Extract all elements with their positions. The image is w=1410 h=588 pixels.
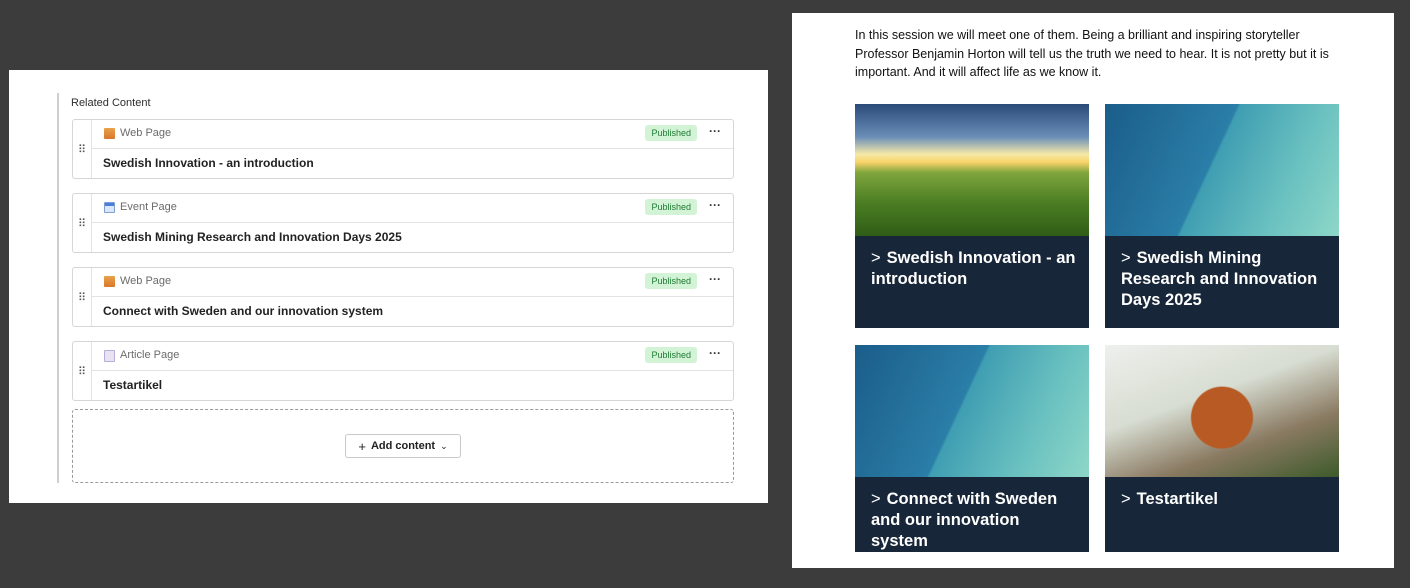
item-type: Web Page bbox=[120, 275, 172, 287]
more-options-icon[interactable]: ··· bbox=[709, 124, 721, 138]
list-item[interactable]: ⠿ Web Page Published ··· Connect with Sw… bbox=[72, 267, 734, 327]
related-content-list: ⠿ Web Page Published ··· Swedish Innovat… bbox=[72, 119, 734, 415]
status-badge: Published bbox=[645, 273, 697, 289]
card-title[interactable]: > Swedish Innovation - an introduction bbox=[871, 248, 1076, 290]
item-type: Article Page bbox=[120, 349, 180, 361]
web-page-icon bbox=[104, 128, 115, 139]
card-image bbox=[1105, 104, 1339, 236]
item-header: Article Page Published ··· bbox=[92, 342, 733, 371]
list-item[interactable]: ⠿ Article Page Published ··· Testartikel bbox=[72, 341, 734, 401]
card-title[interactable]: > Swedish Mining Research and Innovation … bbox=[1121, 248, 1326, 311]
editor-panel: Related Content ⠿ Web Page Published ···… bbox=[9, 70, 768, 503]
add-content-dropzone[interactable]: + Add content ⌄ bbox=[72, 409, 734, 483]
item-header: Web Page Published ··· bbox=[92, 120, 733, 149]
plus-icon: + bbox=[358, 438, 366, 454]
card-title[interactable]: > Testartikel bbox=[1121, 489, 1326, 510]
item-title[interactable]: Swedish Mining Research and Innovation D… bbox=[103, 230, 402, 244]
status-badge: Published bbox=[645, 347, 697, 363]
content-card[interactable]: > Swedish Innovation - an introduction bbox=[855, 104, 1089, 328]
status-badge: Published bbox=[645, 125, 697, 141]
item-header: Web Page Published ··· bbox=[92, 268, 733, 297]
related-content-block: Related Content ⠿ Web Page Published ···… bbox=[57, 93, 735, 483]
item-title[interactable]: Swedish Innovation - an introduction bbox=[103, 156, 314, 170]
card-title-text: Testartikel bbox=[1136, 490, 1218, 508]
card-image bbox=[855, 345, 1089, 477]
intro-paragraph: In this session we will meet one of them… bbox=[855, 28, 1329, 79]
section-title: Related Content bbox=[71, 97, 151, 109]
drag-handle-icon[interactable]: ⠿ bbox=[73, 268, 92, 326]
card-title-text: Connect with Sweden and our innovation s… bbox=[871, 490, 1058, 550]
event-page-icon bbox=[104, 202, 115, 213]
item-title[interactable]: Connect with Sweden and our innovation s… bbox=[103, 304, 383, 318]
web-page-icon bbox=[104, 276, 115, 287]
list-item[interactable]: ⠿ Event Page Published ··· Swedish Minin… bbox=[72, 193, 734, 253]
chevron-right-icon: > bbox=[871, 249, 881, 267]
preview-panel: In this session we will meet one of them… bbox=[792, 13, 1394, 568]
card-image bbox=[1105, 345, 1339, 477]
more-options-icon[interactable]: ··· bbox=[709, 272, 721, 286]
add-content-label: Add content bbox=[370, 440, 436, 452]
drag-handle-icon[interactable]: ⠿ bbox=[73, 342, 92, 400]
item-type: Web Page bbox=[120, 127, 172, 139]
card-title-text: Swedish Mining Research and Innovation D… bbox=[1121, 249, 1318, 309]
more-options-icon[interactable]: ··· bbox=[709, 346, 721, 360]
item-header: Event Page Published ··· bbox=[92, 194, 733, 223]
chevron-right-icon: > bbox=[1121, 249, 1131, 267]
drag-handle-icon[interactable]: ⠿ bbox=[73, 194, 92, 252]
card-title[interactable]: > Connect with Sweden and our innovation … bbox=[871, 489, 1076, 552]
article-page-icon bbox=[104, 350, 115, 362]
add-content-button[interactable]: + Add content ⌄ bbox=[345, 434, 461, 458]
content-card[interactable]: > Swedish Mining Research and Innovation … bbox=[1105, 104, 1339, 328]
status-badge: Published bbox=[645, 199, 697, 215]
chevron-right-icon: > bbox=[871, 490, 881, 508]
drag-handle-icon[interactable]: ⠿ bbox=[73, 120, 92, 178]
card-title-text: Swedish Innovation - an introduction bbox=[871, 249, 1076, 288]
item-type: Event Page bbox=[120, 201, 177, 213]
more-options-icon[interactable]: ··· bbox=[709, 198, 721, 212]
content-card[interactable]: > Testartikel bbox=[1105, 345, 1339, 552]
list-item[interactable]: ⠿ Web Page Published ··· Swedish Innovat… bbox=[72, 119, 734, 179]
card-image bbox=[855, 104, 1089, 236]
content-card[interactable]: > Connect with Sweden and our innovation … bbox=[855, 345, 1089, 552]
item-title[interactable]: Testartikel bbox=[103, 378, 162, 392]
chevron-down-icon: ⌄ bbox=[440, 440, 448, 451]
chevron-right-icon: > bbox=[1121, 490, 1131, 508]
